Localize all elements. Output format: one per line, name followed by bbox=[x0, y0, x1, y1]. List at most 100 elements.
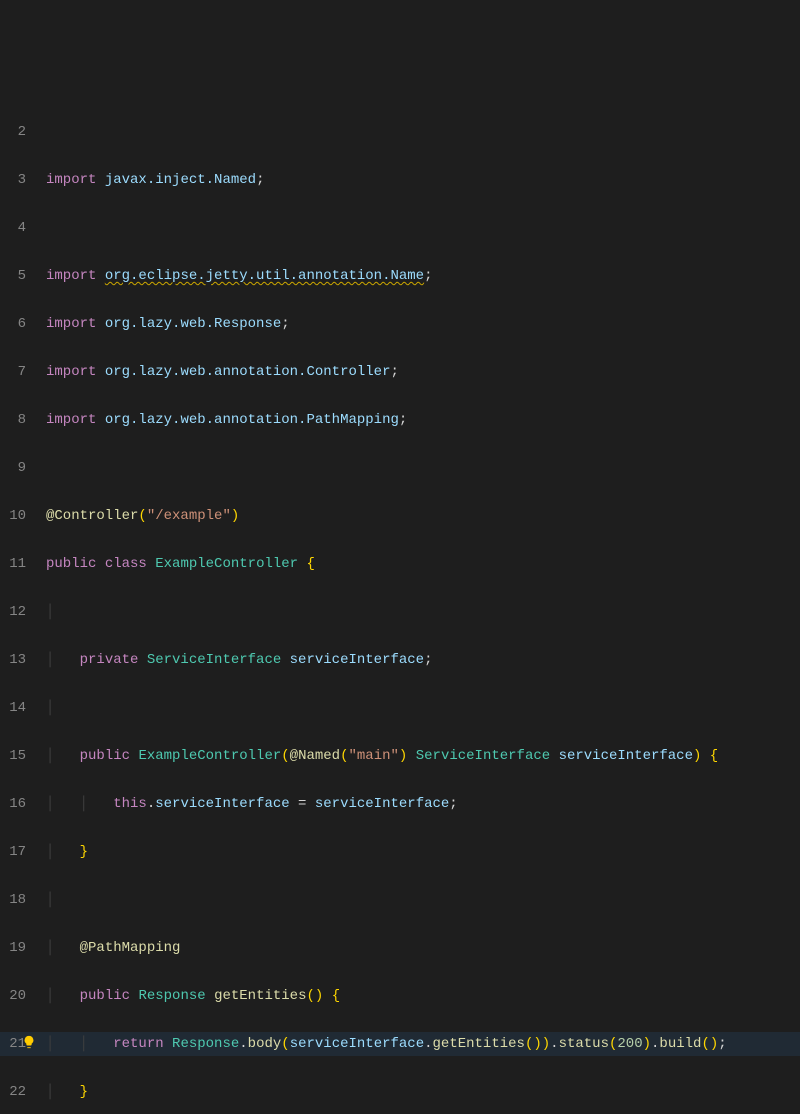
semicolon: ; bbox=[256, 172, 264, 188]
paren: ( bbox=[306, 988, 314, 1004]
semicolon: ; bbox=[399, 412, 407, 428]
line-number: 17 bbox=[0, 840, 26, 864]
line-number: 7 bbox=[0, 360, 26, 384]
field-name: serviceInterface bbox=[290, 652, 424, 668]
paren: ) bbox=[710, 1036, 718, 1052]
line-number: 3 bbox=[0, 168, 26, 192]
line-number: 8 bbox=[0, 408, 26, 432]
code-area[interactable]: import javax.inject.Named; import org.ec… bbox=[36, 96, 800, 1114]
constructor-name: ExampleController bbox=[138, 748, 281, 764]
paren: ( bbox=[609, 1036, 617, 1052]
code-line[interactable]: │ bbox=[46, 696, 800, 720]
line-number: 5 bbox=[0, 264, 26, 288]
type-name: Response bbox=[172, 1036, 239, 1052]
string-literal: "main" bbox=[349, 748, 399, 764]
semicolon: ; bbox=[424, 652, 432, 668]
lightbulb-icon[interactable] bbox=[22, 1035, 36, 1049]
method-call: build bbox=[659, 1036, 701, 1052]
code-line[interactable]: │ public ExampleController(@Named("main"… bbox=[46, 744, 800, 768]
indent-guide: │ bbox=[46, 844, 80, 860]
line-number: 11 bbox=[0, 552, 26, 576]
line-number: 19 bbox=[0, 936, 26, 960]
string-literal: "/example" bbox=[147, 508, 231, 524]
indent-guide: │ bbox=[46, 1084, 80, 1100]
paren: ) bbox=[315, 988, 323, 1004]
line-number: 9 bbox=[0, 456, 26, 480]
paren: ) bbox=[533, 1036, 541, 1052]
code-line[interactable]: │ @PathMapping bbox=[46, 936, 800, 960]
brace: } bbox=[80, 1084, 88, 1100]
code-line[interactable]: import javax.inject.Named; bbox=[46, 168, 800, 192]
method-call: getEntities bbox=[433, 1036, 525, 1052]
code-line[interactable]: │ private ServiceInterface serviceInterf… bbox=[46, 648, 800, 672]
dot: . bbox=[550, 1036, 558, 1052]
method-name: getEntities bbox=[214, 988, 306, 1004]
code-line[interactable]: import org.lazy.web.annotation.Controlle… bbox=[46, 360, 800, 384]
code-line[interactable]: │ } bbox=[46, 840, 800, 864]
semicolon: ; bbox=[449, 796, 457, 812]
keyword-class: class bbox=[105, 556, 147, 572]
param-type: ServiceInterface bbox=[416, 748, 550, 764]
paren: ( bbox=[281, 748, 289, 764]
indent-guide: │ bbox=[46, 1036, 80, 1052]
code-line[interactable]: import org.lazy.web.Response; bbox=[46, 312, 800, 336]
paren: ) bbox=[693, 748, 701, 764]
variable: serviceInterface bbox=[315, 796, 449, 812]
code-line[interactable]: public class ExampleController { bbox=[46, 552, 800, 576]
annotation-controller: @Controller bbox=[46, 508, 138, 524]
brace: { bbox=[332, 988, 340, 1004]
line-number-gutter: 2 3 4 5 6 7 8 9 10 11 12 13 14 15 16 17 … bbox=[0, 96, 36, 1114]
field-name: serviceInterface bbox=[155, 796, 289, 812]
code-line[interactable]: │ bbox=[46, 600, 800, 624]
code-editor[interactable]: 2 3 4 5 6 7 8 9 10 11 12 13 14 15 16 17 … bbox=[0, 96, 800, 1114]
method-call: body bbox=[248, 1036, 282, 1052]
package-path: org.lazy.web.annotation.PathMapping bbox=[105, 412, 399, 428]
package-path: org.lazy.web.Response bbox=[105, 316, 281, 332]
line-number: 18 bbox=[0, 888, 26, 912]
line-number: 22 bbox=[0, 1080, 26, 1104]
line-number: 16 bbox=[0, 792, 26, 816]
line-number: 2 bbox=[0, 120, 26, 144]
keyword-public: public bbox=[80, 988, 130, 1004]
keyword-import: import bbox=[46, 412, 96, 428]
indent-guide: │ bbox=[46, 796, 80, 812]
dot: . bbox=[147, 796, 155, 812]
code-line[interactable] bbox=[46, 216, 800, 240]
code-line[interactable]: @Controller("/example") bbox=[46, 504, 800, 528]
equals: = bbox=[290, 796, 315, 812]
code-line-active[interactable]: │ │ return Response.body(serviceInterfac… bbox=[46, 1032, 800, 1056]
code-line[interactable]: import org.eclipse.jetty.util.annotation… bbox=[46, 264, 800, 288]
return-type: Response bbox=[138, 988, 205, 1004]
paren: ( bbox=[701, 1036, 709, 1052]
dot: . bbox=[424, 1036, 432, 1052]
paren: ) bbox=[231, 508, 239, 524]
paren: ) bbox=[643, 1036, 651, 1052]
code-line[interactable]: │ bbox=[46, 888, 800, 912]
semicolon: ; bbox=[424, 268, 432, 284]
indent-guide: │ bbox=[46, 652, 80, 668]
brace: { bbox=[710, 748, 718, 764]
code-line[interactable]: │ │ this.serviceInterface = serviceInter… bbox=[46, 792, 800, 816]
keyword-public: public bbox=[46, 556, 96, 572]
line-number: 20 bbox=[0, 984, 26, 1008]
code-line[interactable]: import org.lazy.web.annotation.PathMappi… bbox=[46, 408, 800, 432]
code-line[interactable]: │ } bbox=[46, 1080, 800, 1104]
line-number: 12 bbox=[0, 600, 26, 624]
indent-guide: │ bbox=[80, 796, 114, 812]
keyword-return: return bbox=[113, 1036, 163, 1052]
type-name: ServiceInterface bbox=[147, 652, 281, 668]
keyword-private: private bbox=[80, 652, 139, 668]
annotation-named: @Named bbox=[290, 748, 340, 764]
paren: ) bbox=[542, 1036, 550, 1052]
indent-guide: │ bbox=[46, 988, 80, 1004]
package-path-warning[interactable]: org.eclipse.jetty.util.annotation.Name bbox=[105, 268, 424, 284]
indent-guide: │ bbox=[80, 1036, 114, 1052]
code-line[interactable] bbox=[46, 120, 800, 144]
dot: . bbox=[239, 1036, 247, 1052]
annotation-pathmapping: @PathMapping bbox=[80, 940, 181, 956]
code-line[interactable]: │ public Response getEntities() { bbox=[46, 984, 800, 1008]
code-line[interactable] bbox=[46, 456, 800, 480]
indent-guide: │ bbox=[46, 940, 80, 956]
keyword-import: import bbox=[46, 364, 96, 380]
package-path: javax.inject.Named bbox=[105, 172, 256, 188]
